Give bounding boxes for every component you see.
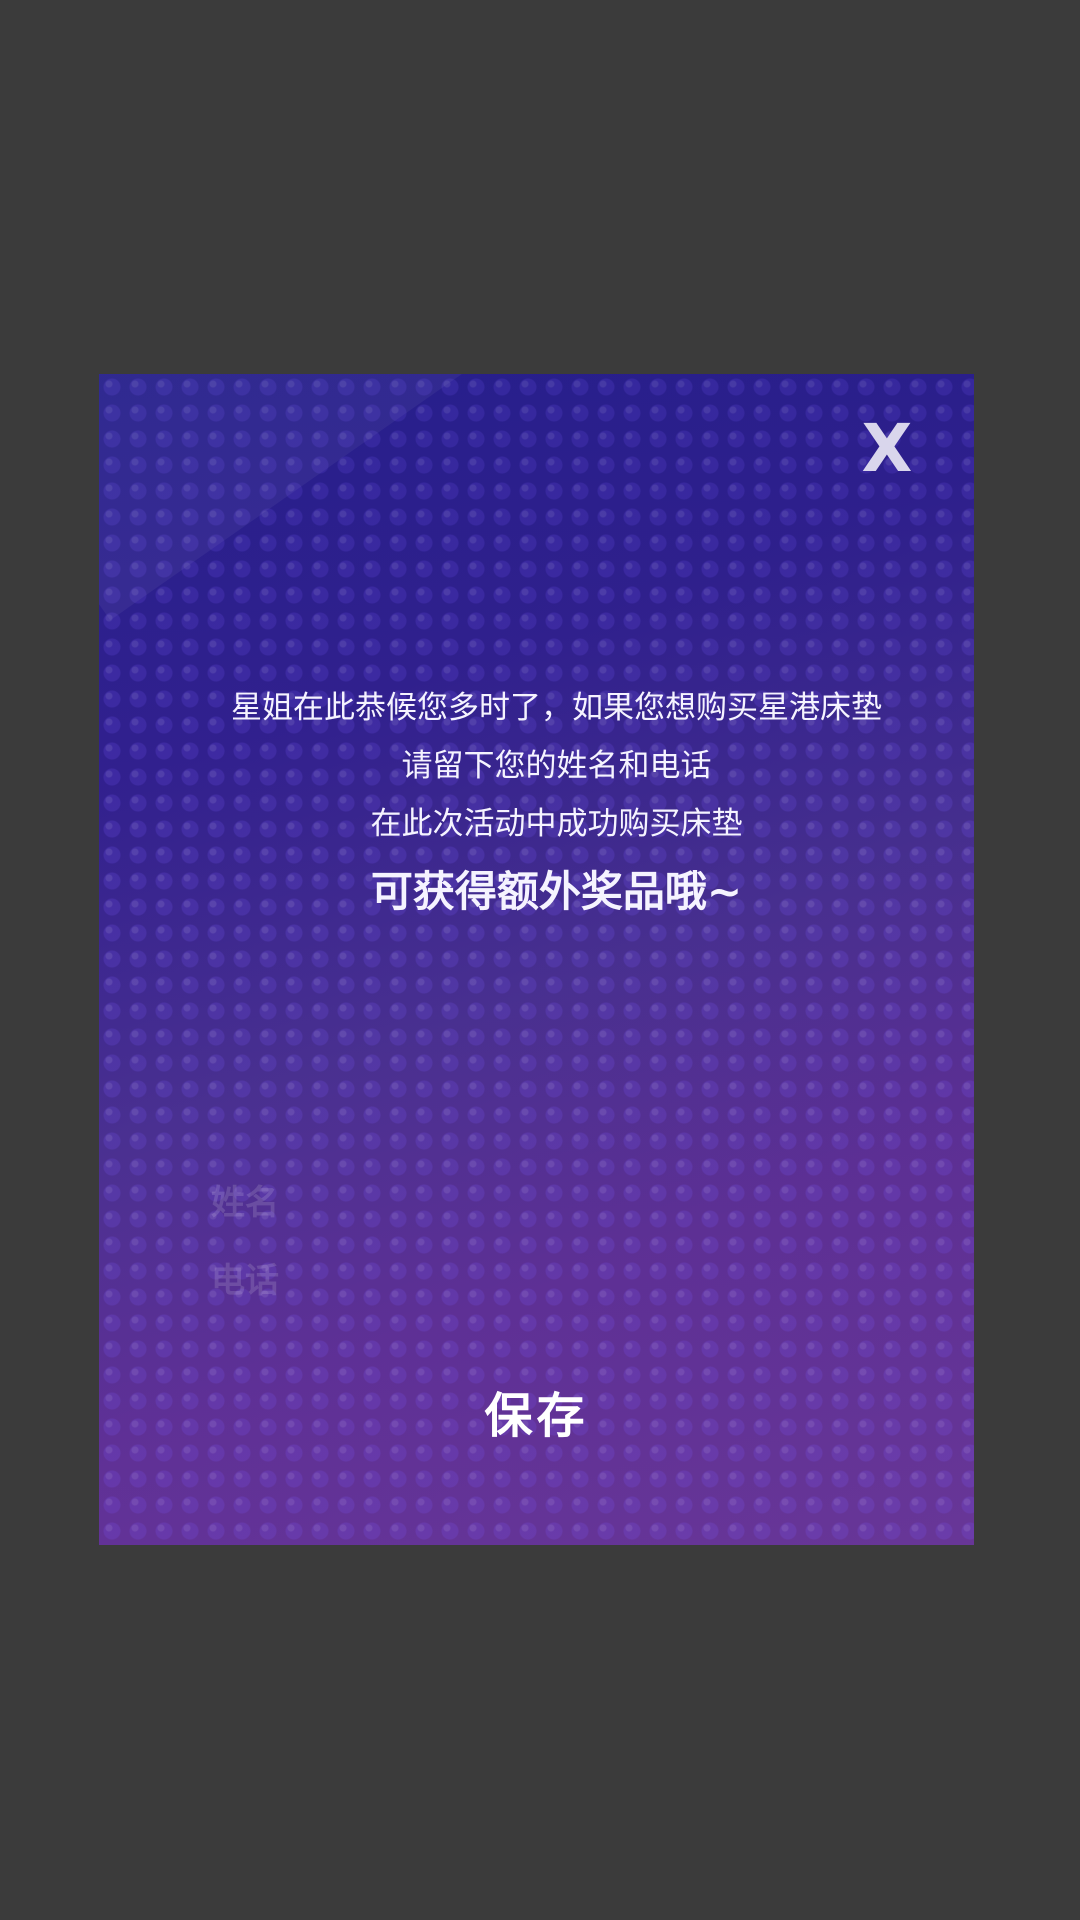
name-label: 姓名 (211, 1183, 279, 1223)
message-block: 星姐在此恭候您多时了，如果您想购买星港床垫 请留下您的姓名和电话 在此次活动中成… (189, 679, 924, 923)
phone-row: 电话 (211, 1242, 823, 1320)
message-line-2: 请留下您的姓名和电话 (401, 748, 712, 784)
close-button[interactable]: X (858, 414, 916, 484)
save-button[interactable]: 保存 (434, 1382, 639, 1450)
name-row: 姓名 (211, 1164, 823, 1242)
phone-input[interactable] (299, 1258, 823, 1304)
name-input[interactable] (299, 1180, 823, 1226)
message-line-1: 星姐在此恭候您多时了，如果您想购买星港床垫 (231, 690, 882, 726)
prize-highlight: 可获得额外奖品哦~ (370, 867, 743, 916)
phone-label: 电话 (211, 1261, 279, 1301)
screen-overlay: X 星姐在此恭候您多时了，如果您想购买星港床垫 请留下您的姓名和电话 在此次活动… (0, 0, 1080, 1920)
message-line-3: 在此次活动中成功购买床垫 (370, 806, 743, 842)
contact-form: 姓名 电话 (211, 1164, 823, 1320)
promotion-dialog: X 星姐在此恭候您多时了，如果您想购买星港床垫 请留下您的姓名和电话 在此次活动… (99, 374, 974, 1545)
